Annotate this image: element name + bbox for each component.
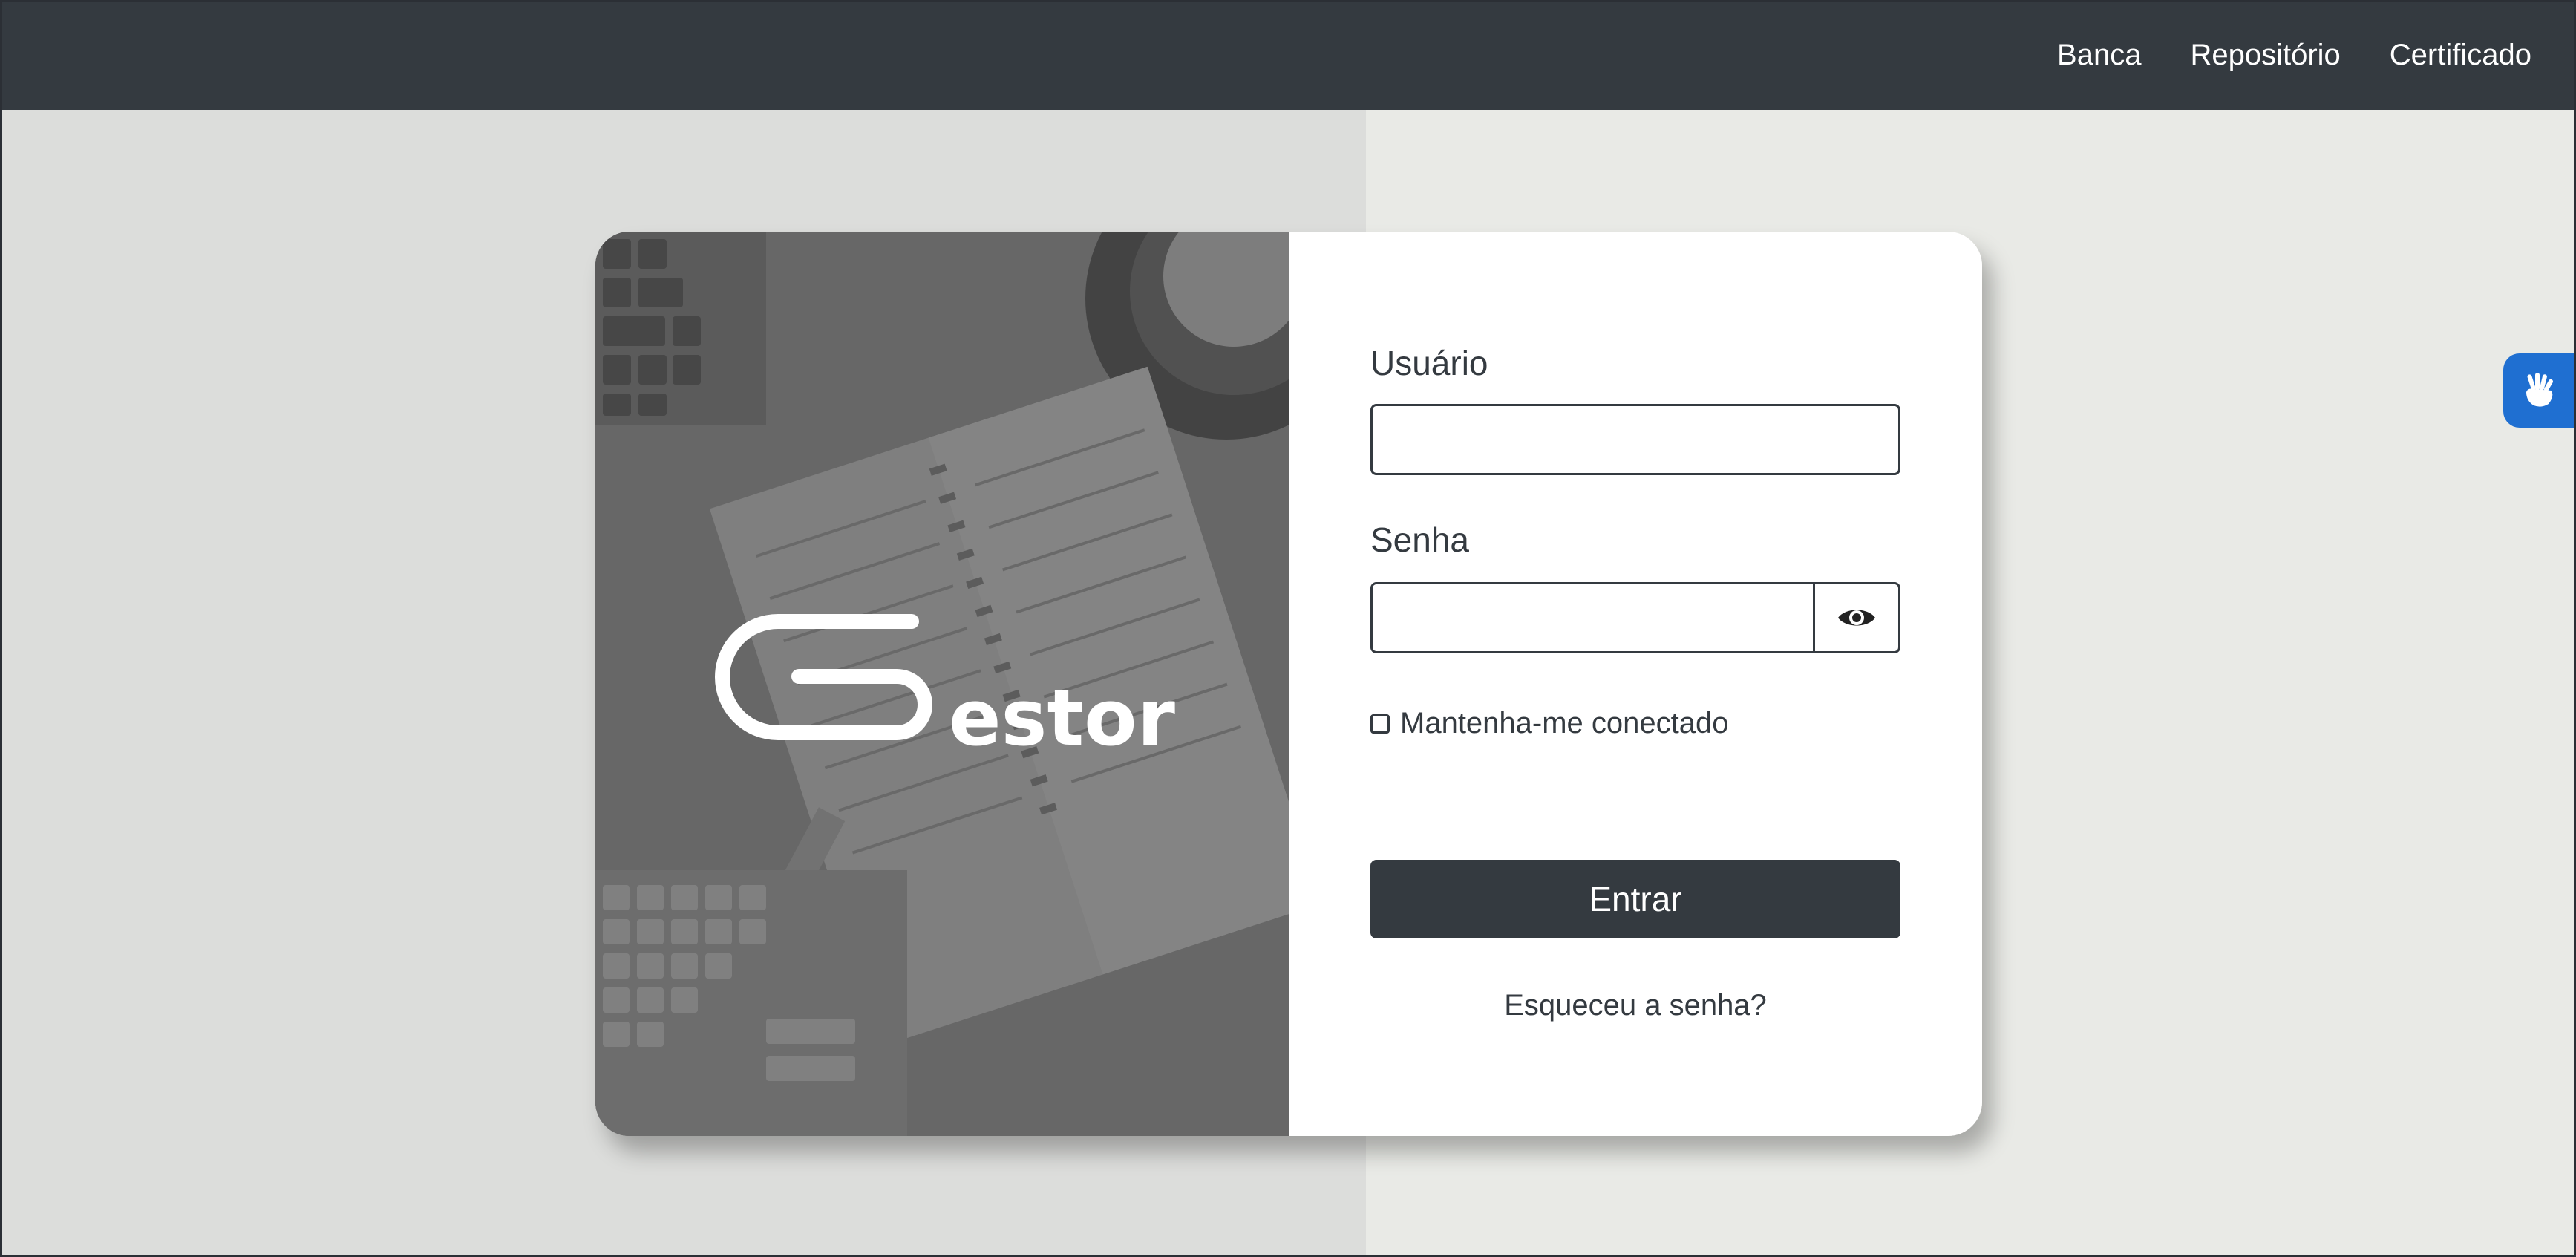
brand-panel: estor xyxy=(595,232,1289,1136)
username-label: Usuário xyxy=(1370,344,1488,382)
logo-text: estor xyxy=(949,673,1175,763)
nav-link-banca[interactable]: Banca xyxy=(2057,39,2141,72)
forgot-password-link[interactable]: Esqueceu a senha? xyxy=(1370,989,1900,1022)
accessibility-widget[interactable] xyxy=(2503,353,2576,428)
top-navbar: Banca Repositório Certificado xyxy=(0,0,2576,110)
nav-link-repositorio[interactable]: Repositório xyxy=(2190,39,2340,72)
gestor-logo: estor xyxy=(715,614,1175,763)
remember-me-label: Mantenha-me conectado xyxy=(1400,707,1729,739)
remember-me-checkbox[interactable] xyxy=(1370,714,1390,734)
password-input[interactable] xyxy=(1370,582,1816,653)
sign-language-icon xyxy=(2526,373,2553,407)
toggle-password-button[interactable] xyxy=(1813,582,1900,653)
login-card: estor Usuário Senha Mantenha-me conectad… xyxy=(595,232,1982,1136)
login-submit-button[interactable]: Entrar xyxy=(1370,860,1900,938)
password-label: Senha xyxy=(1370,520,1470,559)
username-input[interactable] xyxy=(1370,404,1900,475)
nav-menu: Banca Repositório Certificado xyxy=(2057,0,2531,110)
remember-me-row: Mantenha-me conectado xyxy=(1370,707,1729,740)
login-form-panel: Usuário Senha Mantenha-me conectado Entr… xyxy=(1289,232,1982,1136)
nav-link-certificado[interactable]: Certificado xyxy=(2390,39,2531,72)
eye-icon xyxy=(1838,610,1875,626)
